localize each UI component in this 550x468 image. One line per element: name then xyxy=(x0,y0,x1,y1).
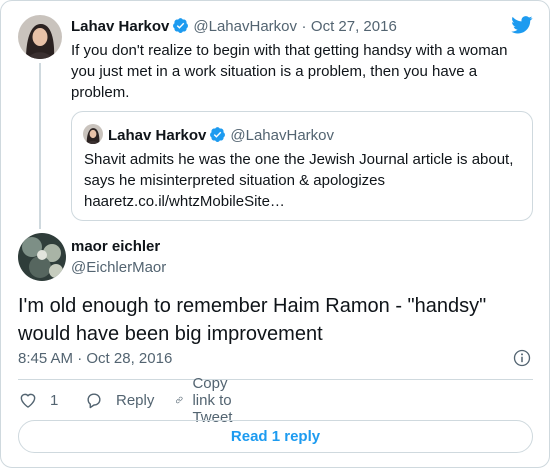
info-icon[interactable] xyxy=(512,348,532,368)
like-button[interactable]: 1 xyxy=(18,389,58,411)
main-author-avatar[interactable] xyxy=(18,233,66,281)
copy-link-button[interactable]: Copy link to Tweet xyxy=(175,375,244,426)
read-replies-button[interactable]: Read 1 reply xyxy=(18,420,533,453)
parent-tweet-text: If you don't realize to begin with that … xyxy=(71,42,508,101)
verified-badge-icon xyxy=(210,127,226,142)
reply-button[interactable]: Reply xyxy=(84,389,154,411)
parent-author-avatar[interactable] xyxy=(18,15,62,59)
heart-icon xyxy=(20,393,36,408)
divider xyxy=(18,379,533,380)
quoted-tweet-text: Shavit admits he was the one the Jewish … xyxy=(84,151,514,210)
tweet-date[interactable]: Oct 28, 2016 xyxy=(86,350,172,367)
parent-tweet-header: Lahav Harkov @LahavHarkov · Oct 27, 2016 xyxy=(71,17,397,37)
quoted-author-handle: @LahavHarkov xyxy=(230,127,334,144)
twitter-bird-icon[interactable] xyxy=(511,16,533,34)
quoted-author-avatar xyxy=(83,124,103,144)
main-author-handle[interactable]: @EichlerMaor xyxy=(71,259,166,277)
separator-dot: · xyxy=(77,350,83,367)
main-author-name[interactable]: maor eichler xyxy=(71,238,160,256)
quoted-tweet-card[interactable]: Lahav Harkov @LahavHarkov Shavit admits h… xyxy=(71,111,533,221)
tweet-embed-card: Lahav Harkov @LahavHarkov · Oct 27, 2016 … xyxy=(0,0,550,468)
quoted-author-name: Lahav Harkov xyxy=(108,127,207,144)
link-icon xyxy=(175,396,183,404)
parent-author-handle[interactable]: @LahavHarkov xyxy=(193,18,297,35)
parent-author-name[interactable]: Lahav Harkov xyxy=(71,18,169,35)
reply-label: Reply xyxy=(116,391,155,409)
quoted-tweet-header: Lahav Harkov @LahavHarkov xyxy=(108,126,334,145)
copy-link-label: Copy link to Tweet xyxy=(192,374,233,426)
thread-connector-line xyxy=(39,63,41,229)
tweet-time[interactable]: 8:45 AM xyxy=(18,350,73,367)
like-count: 1 xyxy=(50,391,59,409)
main-tweet-text: I'm old enough to remember Haim Ramon - … xyxy=(18,295,487,345)
tweet-timestamp[interactable]: 8:45 AM · Oct 28, 2016 xyxy=(18,350,172,368)
parent-tweet-date[interactable]: Oct 27, 2016 xyxy=(311,18,397,35)
reply-bubble-icon xyxy=(87,393,101,409)
verified-badge-icon xyxy=(173,18,189,33)
separator-dot: · xyxy=(301,18,307,35)
